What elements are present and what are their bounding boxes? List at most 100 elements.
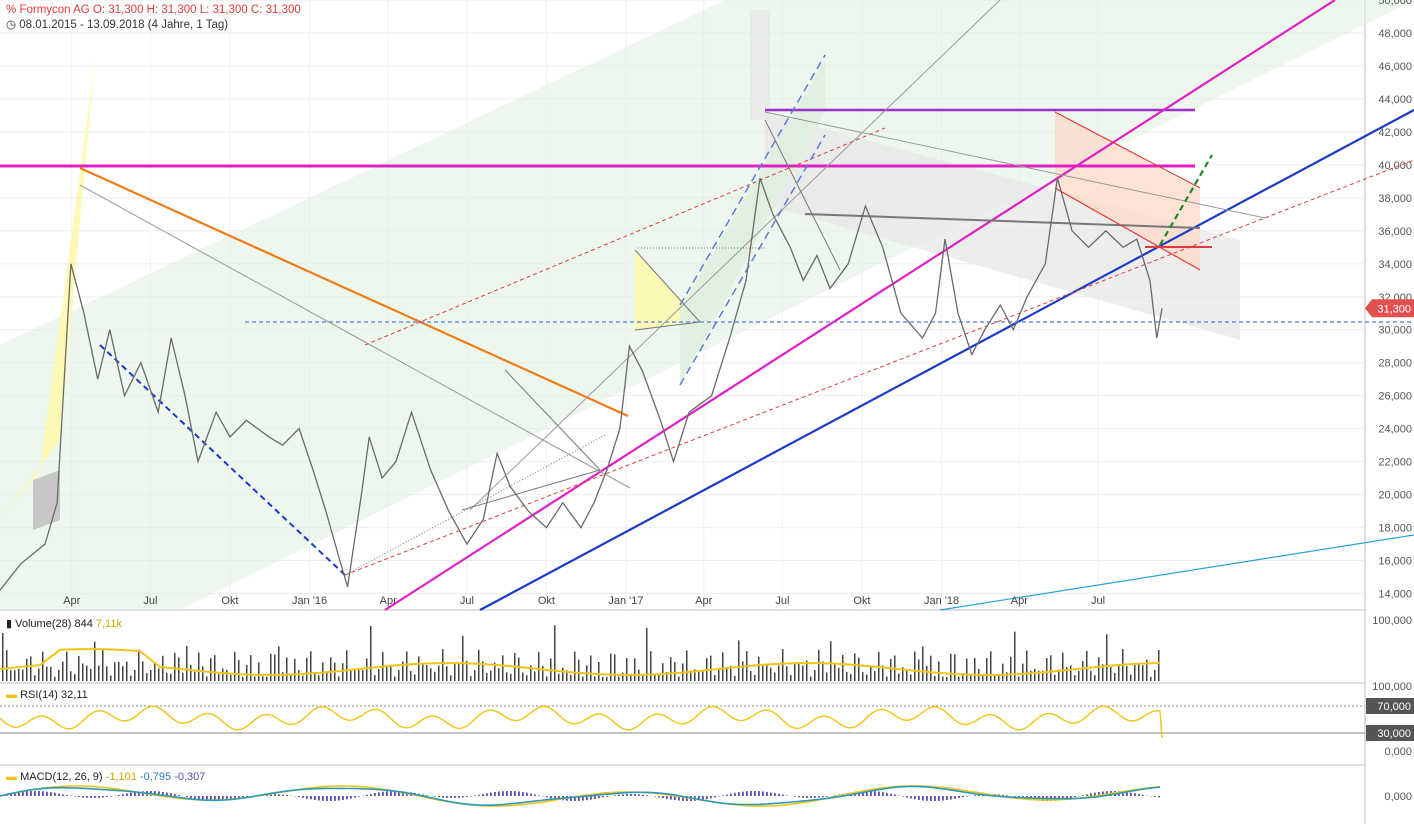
macd-histogram-bar — [94, 796, 96, 798]
volume-bar — [558, 673, 560, 681]
grey-box-zone — [33, 470, 60, 530]
volume-bar — [674, 662, 676, 681]
volume-bar — [946, 676, 948, 681]
macd-histogram-bar — [526, 792, 528, 796]
volume-bar — [222, 668, 224, 681]
volume-bar — [182, 672, 184, 681]
rsi-legend[interactable]: ▬ RSI(14) 32,11 — [6, 689, 88, 701]
volume-bar — [938, 661, 940, 681]
volume-bar — [266, 676, 268, 681]
volume-bar — [1098, 657, 1100, 681]
macd-histogram-bar — [42, 791, 44, 796]
macd-histogram-bar — [98, 796, 100, 798]
macd-histogram-bar — [638, 794, 640, 796]
macd-histogram-bar — [322, 796, 324, 801]
macd-histogram-bar — [962, 796, 964, 798]
volume-bar — [850, 673, 852, 681]
macd-histogram-bar — [714, 796, 716, 798]
volume-bar — [26, 658, 28, 681]
volume-bar — [1010, 656, 1012, 681]
volume-bar — [658, 674, 660, 681]
volume-legend[interactable]: ▮ Volume(28) 844 7,11k — [6, 617, 122, 630]
volume-bar — [446, 666, 448, 681]
symbol-name[interactable]: Formycon AG — [19, 4, 89, 16]
macd-histogram-bar — [622, 794, 624, 796]
volume-bar — [1022, 663, 1024, 681]
macd-histogram-bar — [618, 794, 620, 796]
volume-bar — [578, 659, 580, 681]
volume-bar — [898, 673, 900, 681]
volume-bar — [610, 653, 612, 681]
volume-bar — [786, 666, 788, 681]
volume-bar — [598, 661, 600, 681]
volume-bar — [522, 672, 524, 681]
macd-histogram-bar — [746, 791, 748, 796]
volume-bar — [1090, 670, 1092, 681]
volume-bar — [702, 670, 704, 681]
volume-bar — [686, 650, 688, 681]
y-tick-label-8: 30,000 — [1378, 325, 1412, 337]
macd-histogram-bar — [950, 796, 952, 800]
volume-bar — [430, 668, 432, 681]
macd-histogram-bar — [734, 792, 736, 796]
macd-histogram-bar — [546, 796, 548, 798]
volume-bar — [14, 670, 16, 681]
rsi-70-label: 70,000 — [1377, 701, 1411, 713]
rsi-legend-value: 32,11 — [61, 689, 88, 701]
volume-bar — [258, 662, 260, 681]
macd-histogram-bar — [802, 796, 804, 798]
y-tick-label-13: 40,000 — [1378, 160, 1412, 172]
volume-bar — [114, 662, 116, 681]
macd-color-icon: ▬ — [6, 771, 17, 783]
volume-bar — [174, 652, 176, 681]
macd-histogram-bar — [126, 793, 128, 796]
volume-bar — [846, 671, 848, 681]
volume-bar — [86, 665, 88, 681]
macd-legend[interactable]: ▬ MACD(12, 26, 9) -1,101 -0,795 -0,307 — [6, 771, 205, 783]
volume-bar — [426, 665, 428, 681]
macd-histogram-bar — [386, 791, 388, 796]
volume-bar — [242, 676, 244, 681]
macd-histogram-bar — [530, 793, 532, 796]
volume-bar — [650, 651, 652, 681]
volume-bar — [478, 649, 480, 681]
volume-bar — [562, 667, 564, 681]
macd-histogram-bar — [350, 796, 352, 799]
chart-canvas[interactable]: 100,000 100,000 70,000 30,000 0,000 0,000 1… — [0, 0, 1414, 824]
volume-bar — [454, 662, 456, 681]
macd-histogram-bar — [190, 796, 192, 799]
y-tick-label-5: 24,000 — [1378, 424, 1412, 436]
macd-histogram-bar — [1086, 794, 1088, 796]
volume-bar — [710, 655, 712, 681]
date-range[interactable]: 08.01.2015 - 13.09.2018 — [19, 19, 144, 31]
volume-bar — [526, 675, 528, 681]
macd-histogram-bar — [926, 796, 928, 801]
volume-bar — [138, 649, 140, 681]
triangle-support-grey — [461, 469, 601, 511]
volume-bar — [58, 669, 60, 681]
macd-histogram-bar — [538, 795, 540, 796]
macd-histogram-bar — [670, 796, 672, 800]
rsi-color-icon: ▬ — [6, 689, 17, 701]
volume-bar — [338, 676, 340, 681]
volume-bar — [318, 675, 320, 681]
volume-bar — [798, 662, 800, 681]
volume-bar — [106, 666, 108, 681]
macd-histogram-bar — [178, 795, 180, 796]
macd-histogram-bar — [958, 796, 960, 799]
macd-pane: 0,000 — [0, 785, 1412, 807]
volume-bar — [642, 675, 644, 681]
volume-bar — [354, 669, 356, 681]
volume-bar — [386, 666, 388, 681]
macd-histogram-bar — [750, 790, 752, 796]
volume-bar — [742, 661, 744, 681]
volume-bar — [214, 655, 216, 681]
volume-bar — [718, 669, 720, 681]
volume-bar — [162, 655, 164, 681]
volume-bar — [858, 657, 860, 681]
chart-header: % Formycon AG O: 31,300 H: 31,300 L: 31,… — [6, 3, 301, 33]
volume-bar — [950, 653, 952, 681]
volume-bar — [970, 674, 972, 681]
volume-bar — [414, 674, 416, 681]
volume-bar — [802, 665, 804, 681]
